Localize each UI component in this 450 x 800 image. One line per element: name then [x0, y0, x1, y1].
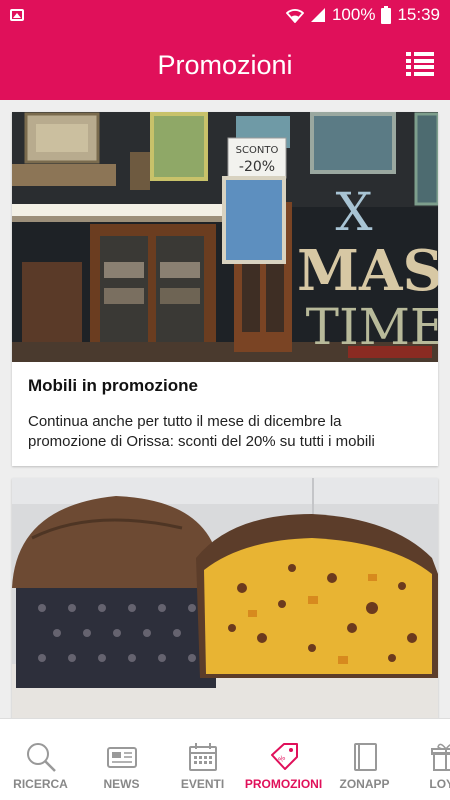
nav-item-loyalty[interactable]: LOYA — [405, 719, 450, 800]
tag-icon: % — [270, 743, 298, 770]
clock: 15:39 — [397, 5, 440, 24]
nav-label: RICERCA — [13, 777, 68, 791]
app-bar: Promozioni — [0, 30, 450, 100]
card-description: Continua anche per tutto il mese di dice… — [28, 413, 375, 450]
page-title: Promozioni — [157, 49, 293, 80]
nav-label: EVENTI — [180, 777, 225, 791]
search-icon — [26, 743, 56, 772]
bottom-navigation: RICERCA NEWS EVENTI % PROMOZIONI ZONAPP … — [0, 718, 450, 800]
nav-item-ricerca[interactable]: RICERCA — [0, 719, 81, 800]
nav-item-zonapp[interactable]: ZONAPP — [324, 719, 405, 800]
calendar-icon — [188, 743, 217, 771]
signal-icon — [310, 8, 325, 22]
nav-label: NEWS — [103, 777, 140, 791]
status-bar: 100% 15:39 — [0, 0, 450, 30]
book-icon — [353, 743, 377, 771]
battery-icon — [381, 6, 392, 24]
nav-item-news[interactable]: NEWS — [81, 719, 162, 800]
nav-label: PROMOZIONI — [244, 777, 323, 791]
nav-item-eventi[interactable]: EVENTI — [162, 719, 243, 800]
nav-label: ZONAPP — [339, 777, 390, 791]
decor-letters-row1: X — [335, 183, 372, 243]
card-title: Mobili in promozione — [28, 376, 198, 395]
list-view-icon[interactable] — [406, 52, 434, 76]
decor-letters-row2: MAS — [297, 238, 438, 304]
promotion-card[interactable]: SCONTO -20% X MAS TIME Mobili in promozi… — [12, 112, 438, 466]
nav-item-promozioni[interactable]: % PROMOZIONI — [243, 719, 324, 800]
battery-percent: 100% — [331, 5, 376, 24]
promotions-list[interactable]: SCONTO -20% X MAS TIME Mobili in promozi… — [0, 100, 450, 718]
sign-text-sconto: SCONTO — [236, 145, 279, 156]
panettone-photo — [12, 478, 438, 718]
wifi-icon — [285, 9, 304, 23]
sign-text-percent: -20% — [239, 159, 275, 175]
nav-label: LOYA — [429, 777, 450, 791]
newspaper-icon — [106, 747, 137, 768]
furniture-store-photo: SCONTO -20% X MAS TIME — [12, 112, 438, 362]
gift-icon — [430, 743, 450, 771]
promotion-card[interactable] — [12, 478, 438, 718]
gallery-notification-icon — [10, 9, 24, 21]
